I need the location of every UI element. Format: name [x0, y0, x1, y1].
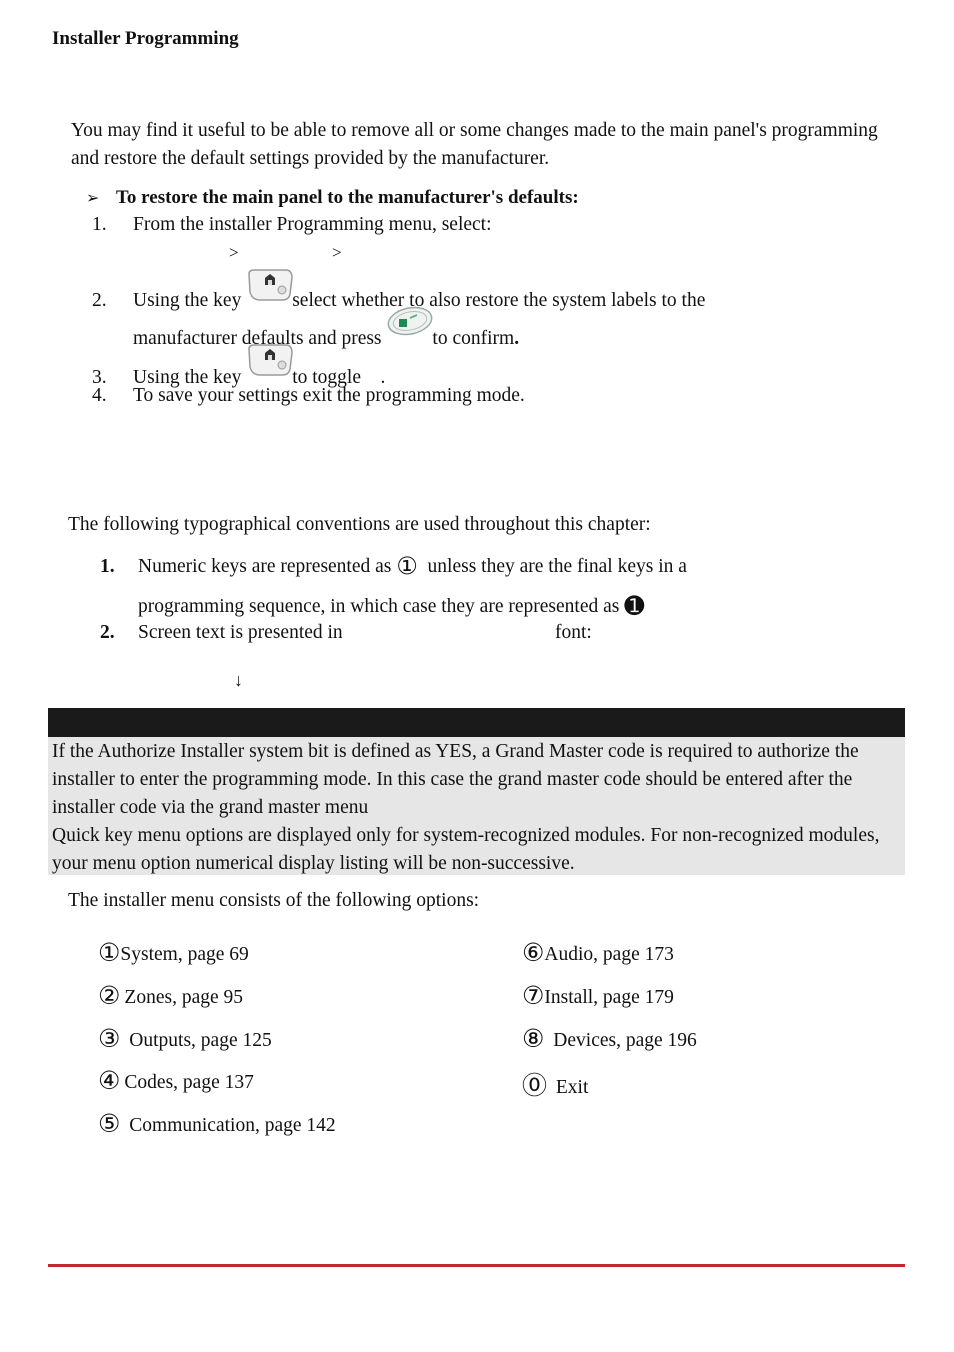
step-text: Using the key — [133, 290, 242, 311]
arrowhead-bullet-icon: ➢ — [86, 190, 100, 207]
procedure-title: ➢ To restore the main panel to the manufa… — [86, 187, 579, 209]
page-header-title: Installer Programming — [52, 28, 239, 49]
note-line-1: If the Authorize Installer system bit is… — [52, 741, 859, 818]
convention-item-1-cont: programming sequence, in which case they… — [138, 592, 644, 620]
step-text: To save your settings exit the programmi… — [133, 385, 525, 406]
menu-option-communication: ⑤ Communication, page 142 — [98, 1109, 336, 1138]
menu-path-separator: > — [332, 243, 342, 262]
key-4-icon: ④ — [98, 1066, 121, 1095]
menu-option-label: Devices, page 196 — [553, 1030, 697, 1051]
note-line-2: Quick key menu options are displayed onl… — [52, 825, 880, 874]
menu-option-label: Install, page 179 — [544, 987, 674, 1008]
menu-option-label: Audio, page 173 — [544, 944, 674, 965]
home-key-icon — [246, 269, 293, 310]
procedure-step-1: 1. From the installer Programming menu, s… — [92, 214, 492, 236]
note-box: If the Authorize Installer system bit is… — [48, 737, 905, 875]
convention-item-2: 2. Screen text is presented in — [100, 622, 343, 644]
menu-option-label: Zones, page 95 — [124, 987, 244, 1008]
intro-paragraph: You may find it useful to be able to rem… — [71, 120, 878, 169]
menu-option-label: Communication, page 142 — [129, 1115, 336, 1136]
step-number: 4. — [92, 385, 107, 406]
convention-text: programming sequence, in which case they… — [138, 596, 620, 617]
convention-text: Numeric keys are represented as — [138, 556, 392, 577]
menu-path-separator: > — [229, 243, 239, 262]
menu-option-audio: ⑥Audio, page 173 — [522, 938, 674, 967]
note-header-bar — [48, 708, 905, 737]
menu-intro: The installer menu consists of the follo… — [68, 890, 480, 911]
footer-rule — [48, 1264, 905, 1267]
convention-item-1: 1. Numeric keys are represented as ① unle… — [100, 552, 687, 580]
step-text: From the installer Programming menu, sel… — [133, 214, 492, 235]
procedure-step-2-cont: manufacturer defaults and press to confi… — [133, 306, 520, 350]
convention-text: Screen text is presented in — [138, 622, 343, 643]
convention-item-2-font: font: — [555, 622, 592, 643]
step-text: to confirm — [432, 328, 515, 349]
convention-text: unless they are the final keys in a — [427, 556, 687, 577]
menu-option-outputs: ③ Outputs, page 125 — [98, 1024, 272, 1053]
menu-option-label: Codes, page 137 — [124, 1072, 254, 1093]
key-0-icon: ⓪ — [522, 1071, 548, 1100]
key-6-icon: ⑥ — [522, 938, 545, 967]
step-text: select whether to also restore the syste… — [292, 290, 706, 311]
menu-option-exit: ⓪ Exit — [522, 1066, 588, 1102]
note-text: If the Authorize Installer system bit is… — [52, 738, 902, 878]
menu-option-codes: ④ Codes, page 137 — [98, 1066, 254, 1095]
numeric-key-outline-icon: ① — [396, 552, 418, 580]
menu-option-label: Outputs, page 125 — [129, 1030, 272, 1051]
step-number: 1. — [92, 214, 107, 235]
menu-option-system: ①System, page 69 — [98, 938, 249, 967]
convention-number: 1. — [100, 556, 115, 577]
menu-option-zones: ② Zones, page 95 — [98, 981, 243, 1010]
key-3-icon: ③ — [98, 1024, 121, 1053]
key-8-icon: ⑧ — [522, 1024, 545, 1053]
home-key-icon — [246, 344, 293, 387]
menu-option-label: Exit — [555, 1077, 589, 1098]
step-text: . — [514, 328, 520, 349]
conventions-intro: The following typographical conventions … — [68, 514, 651, 535]
menu-option-install: ⑦Install, page 179 — [522, 981, 674, 1010]
key-2-icon: ② — [98, 981, 121, 1010]
step-number: 2. — [92, 290, 107, 311]
numeric-key-filled-icon: ➊ — [624, 592, 645, 620]
key-7-icon: ⑦ — [522, 981, 545, 1010]
key-5-icon: ⑤ — [98, 1109, 121, 1138]
menu-option-label: System, page 69 — [120, 944, 249, 965]
ok-key-icon — [386, 306, 433, 348]
down-arrow-icon: ↓ — [234, 670, 243, 690]
key-1-icon: ① — [98, 938, 121, 967]
convention-number: 2. — [100, 622, 115, 643]
menu-option-devices: ⑧ Devices, page 196 — [522, 1024, 697, 1053]
procedure-title-text: To restore the main panel to the manufac… — [116, 187, 579, 208]
procedure-step-4: 4. To save your settings exit the program… — [92, 385, 525, 407]
